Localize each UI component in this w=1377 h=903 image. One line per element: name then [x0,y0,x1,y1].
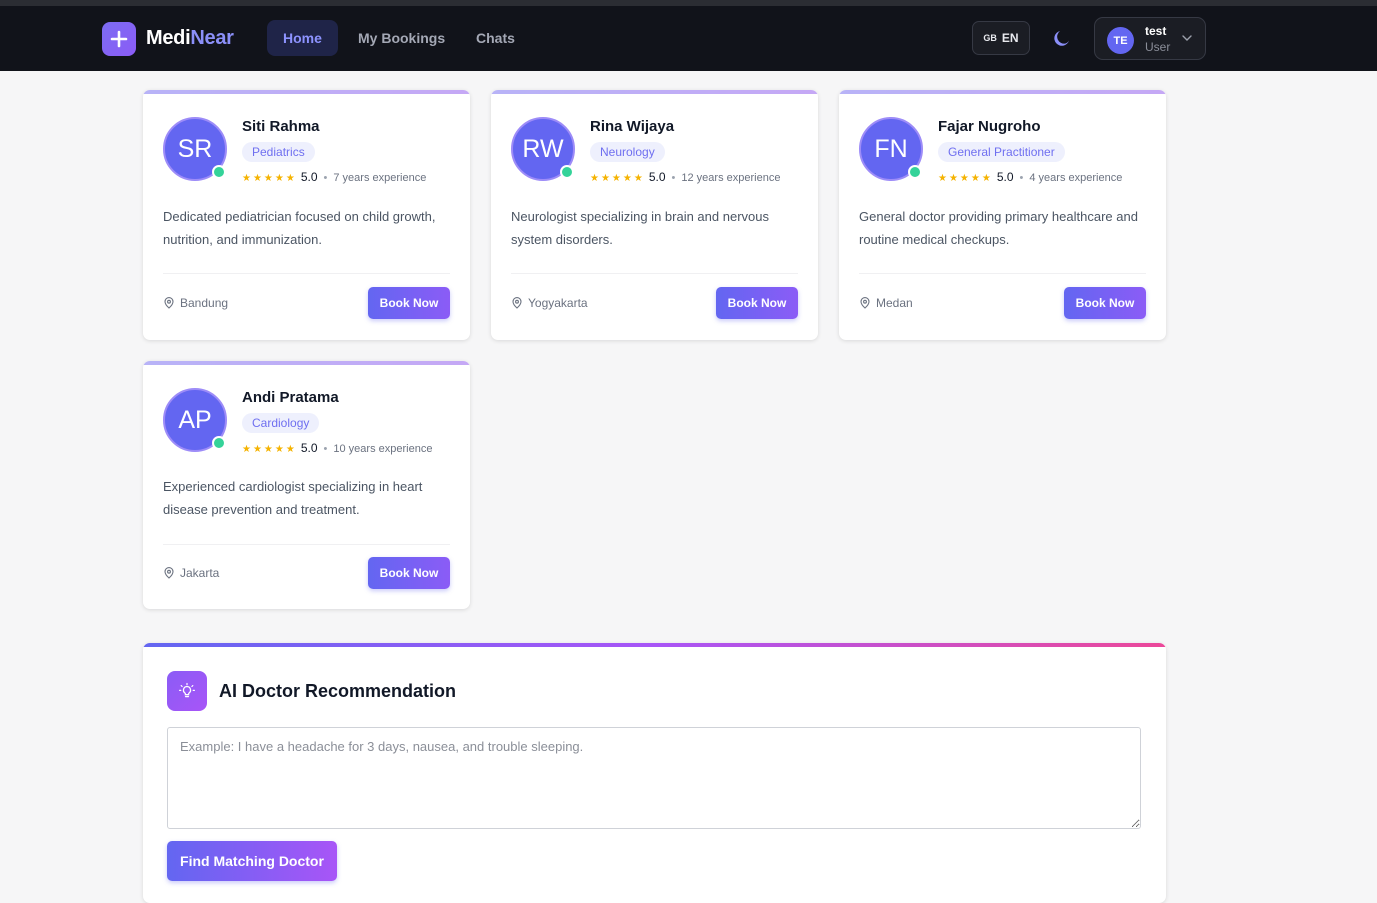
lightbulb-icon [167,671,207,711]
online-indicator [560,165,574,179]
panel-title: AI Doctor Recommendation [219,681,457,701]
logo-icon[interactable] [102,22,136,56]
user-role: User [1145,40,1171,54]
book-now-button[interactable]: Book Now [368,287,450,319]
rating-score: 5.0 [648,170,666,184]
location-pin-icon [164,297,174,309]
divider [163,544,450,545]
divider [511,273,798,274]
rating-score: 5.0 [300,170,318,184]
language-selector[interactable]: GB EN [972,21,1030,55]
location: Yogyakarta [511,296,588,310]
nav-home[interactable]: Home [267,20,338,56]
card-accent-bar [143,361,470,365]
location-pin-icon [860,297,870,309]
user-name: test [1145,24,1167,38]
nav-my-bookings[interactable]: My Bookings [342,20,461,56]
location-pin-icon [164,567,174,579]
star-icon: ★★★★★ [590,173,645,184]
doctor-description: Neurologist specializing in brain and ne… [511,209,769,247]
rating-row: ★★★★★ 5.0 • 12 years experience [590,170,781,184]
book-now-button[interactable]: Book Now [1064,287,1146,319]
online-indicator [212,436,226,450]
chevron-down-icon [1182,35,1192,41]
card-accent-bar [143,90,470,94]
doctor-name: Siti Rahma [242,118,320,135]
location-text: Medan [876,296,913,310]
symptoms-input[interactable] [167,727,1141,829]
doctor-name: Andi Pratama [242,389,339,406]
rating-row: ★★★★★ 5.0 • 4 years experience [938,170,1123,184]
location: Bandung [163,296,228,310]
rating-score: 5.0 [300,441,318,455]
logo-text[interactable]: MediNear [146,27,234,50]
rating-row: ★★★★★ 5.0 • 7 years experience [242,170,427,184]
find-matching-doctor-button[interactable]: Find Matching Doctor [167,841,337,881]
book-now-button[interactable]: Book Now [368,557,450,589]
doctor-description: Experienced cardiologist specializing in… [163,479,423,517]
experience: 7 years experience [333,172,427,184]
rating-row: ★★★★★ 5.0 • 10 years experience [242,441,433,455]
location: Medan [859,296,913,310]
star-icon: ★★★★★ [938,173,993,184]
star-icon: ★★★★★ [242,444,297,455]
ai-recommendation-panel: AI Doctor Recommendation Find Matching D… [143,643,1166,903]
navbar: MediNear Home My Bookings Chats GB EN TE… [0,6,1377,71]
book-now-button[interactable]: Book Now [716,287,798,319]
specialty-badge: Pediatrics [242,142,315,162]
online-indicator [212,165,226,179]
experience: 4 years experience [1029,172,1123,184]
card-accent-bar [491,90,818,94]
online-indicator [908,165,922,179]
experience: 10 years experience [333,443,433,455]
language-code: EN [1001,31,1019,45]
specialty-badge: General Practitioner [938,142,1065,162]
card-accent-bar [839,90,1166,94]
specialty-badge: Cardiology [242,413,320,433]
star-icon: ★★★★★ [242,173,297,184]
doctor-description: General doctor providing primary healthc… [859,209,1138,247]
rating-score: 5.0 [996,170,1014,184]
location-text: Jakarta [180,566,220,580]
doctor-name: Rina Wijaya [590,118,675,135]
divider [859,273,1146,274]
avatar: TE [1107,27,1134,54]
location: Jakarta [163,566,219,580]
doctor-description: Dedicated pediatrician focused on child … [163,209,436,247]
location-pin-icon [512,297,522,309]
doctor-card: FN Fajar Nugroho General Practitioner ★★… [839,90,1166,340]
user-menu[interactable]: TE test User [1094,17,1206,60]
divider [163,273,450,274]
specialty-badge: Neurology [590,142,665,162]
experience: 12 years experience [681,172,781,184]
doctor-card: AP Andi Pratama Cardiology ★★★★★ 5.0 • 10 y… [143,361,470,609]
flag-icon: GB [983,33,997,43]
moon-icon[interactable] [1052,28,1072,48]
panel-accent-bar [143,643,1166,647]
location-text: Yogyakarta [528,296,588,310]
location-text: Bandung [180,296,229,310]
doctor-name: Fajar Nugroho [938,118,1041,135]
nav-chats[interactable]: Chats [460,20,531,56]
doctor-card: SR Siti Rahma Pediatrics ★★★★★ 5.0 • 7 year… [143,90,470,340]
doctor-card: RW Rina Wijaya Neurology ★★★★★ 5.0 • 12 yea… [491,90,818,340]
